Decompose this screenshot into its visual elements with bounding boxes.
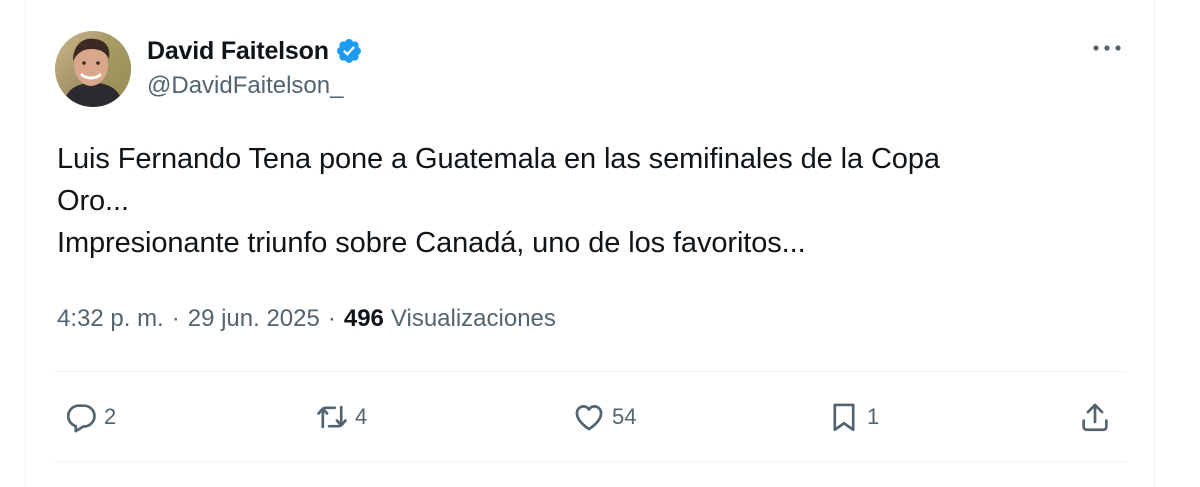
bookmark-icon (833, 403, 855, 432)
bookmark-count: 1 (867, 404, 880, 429)
post-meta: 4:32 p. m. · 29 jun. 2025 · 496 Visualiz… (57, 305, 556, 333)
post-text-line: Luis Fernando Tena pone a Guatemala en l… (57, 143, 940, 175)
post-text: Luis Fernando Tena pone a Guatemala en l… (57, 138, 1097, 264)
meta-separator: · (327, 305, 336, 332)
repost-count: 4 (355, 404, 368, 429)
divider (54, 461, 1126, 462)
action-bar: 2 4 54 1 (26, 393, 1156, 441)
views-count[interactable]: 496 (344, 305, 384, 333)
post-date[interactable]: 29 jun. 2025 (188, 305, 320, 333)
share-button[interactable] (1078, 393, 1112, 441)
avatar[interactable] (55, 31, 131, 107)
bookmark-button[interactable]: 1 (827, 393, 879, 441)
more-horizontal-icon (1093, 45, 1121, 51)
post-card: David Faitelson @DavidFaitelson_ Luis Fe… (25, 0, 1155, 487)
author-name[interactable]: David Faitelson (147, 37, 329, 66)
repost-button[interactable]: 4 (315, 393, 367, 441)
avatar-image (55, 31, 131, 107)
reply-button[interactable]: 2 (64, 393, 116, 441)
repost-icon (317, 405, 347, 429)
post-text-line: Oro... (57, 185, 129, 217)
reply-icon (66, 404, 96, 433)
reply-count: 2 (104, 404, 117, 429)
like-button[interactable]: 54 (572, 393, 636, 441)
author-name-row[interactable]: David Faitelson (147, 34, 363, 68)
post-time[interactable]: 4:32 p. m. (57, 305, 164, 333)
more-options-button[interactable] (1090, 33, 1124, 63)
views-label[interactable]: Visualizaciones (391, 305, 556, 333)
like-count: 54 (612, 404, 637, 429)
heart-icon (575, 405, 603, 431)
divider (54, 371, 1126, 372)
verified-badge-icon[interactable] (335, 37, 363, 65)
meta-separator: · (171, 305, 180, 332)
share-icon (1082, 403, 1108, 432)
post-text-line: Impresionante triunfo sobre Canadá, uno … (57, 227, 806, 259)
author-handle[interactable]: @DavidFaitelson_ (147, 72, 343, 100)
